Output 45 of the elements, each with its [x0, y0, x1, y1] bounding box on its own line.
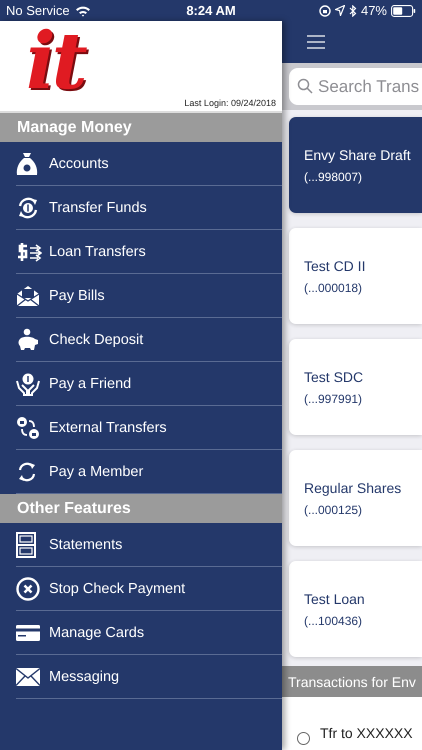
- envelope-icon: [16, 668, 40, 686]
- account-card[interactable]: Regular Shares (...000125): [289, 450, 422, 546]
- menu-item[interactable]: Pay a Friend: [16, 362, 282, 406]
- account-card[interactable]: Envy Share Draft (...998007): [289, 117, 422, 213]
- linked-circles-icon: [16, 416, 40, 440]
- account-card[interactable]: Test CD II (...000018): [289, 228, 422, 324]
- logo: it: [26, 23, 84, 101]
- rotation-lock-icon: [318, 4, 331, 16]
- menu-icon[interactable]: [307, 35, 325, 49]
- envelope-icon: [16, 284, 40, 306]
- menu-item[interactable]: Statements: [16, 523, 282, 567]
- piggy-bank-icon: [16, 328, 40, 352]
- wifi-icon: [74, 4, 91, 16]
- account-card[interactable]: Test SDC (...997991): [289, 339, 422, 435]
- card-icon: [16, 624, 40, 640]
- menu-item[interactable]: Messaging: [16, 655, 282, 699]
- battery-text: 47%: [360, 3, 387, 18]
- menu-item[interactable]: Stop Check Payment: [16, 567, 282, 611]
- money-bag-icon: [16, 152, 38, 176]
- menu-item[interactable]: Check Deposit: [16, 318, 282, 362]
- radio-button[interactable]: [297, 732, 310, 745]
- section-header: Other Features: [0, 494, 282, 523]
- bluetooth-icon: [348, 4, 357, 16]
- clock-text: 8:24 AM: [186, 3, 236, 18]
- carrier-text: No Service: [6, 3, 70, 18]
- hands-coin-icon: [16, 372, 40, 396]
- section-header: Manage Money: [0, 113, 282, 142]
- menu-item[interactable]: Loan Transfers: [16, 230, 282, 274]
- transaction-text: Tfr to XXXXXX: [320, 725, 413, 743]
- x-circle-icon: [16, 576, 40, 600]
- dollar-arrows-icon: [16, 240, 42, 262]
- section-header: Transactions for Env: [282, 666, 422, 697]
- menu-item[interactable]: Manage Cards: [16, 611, 282, 655]
- battery-icon: [391, 4, 416, 16]
- menu-item[interactable]: Transfer Funds: [16, 186, 282, 230]
- menu-item[interactable]: Accounts: [16, 142, 282, 186]
- menu-item[interactable]: Pay Bills: [16, 274, 282, 318]
- circular-arrows-icon: [16, 196, 40, 220]
- file-cabinet-icon: [16, 532, 36, 558]
- cycle-arrows-icon: [16, 460, 38, 482]
- location-icon: [334, 5, 345, 16]
- menu-item[interactable]: External Transfers: [16, 406, 282, 450]
- search-field[interactable]: Search Trans: [289, 68, 422, 105]
- last-login-text: Last Login: 09/24/2018: [184, 98, 276, 108]
- account-card[interactable]: Test Loan (...100436): [289, 561, 422, 657]
